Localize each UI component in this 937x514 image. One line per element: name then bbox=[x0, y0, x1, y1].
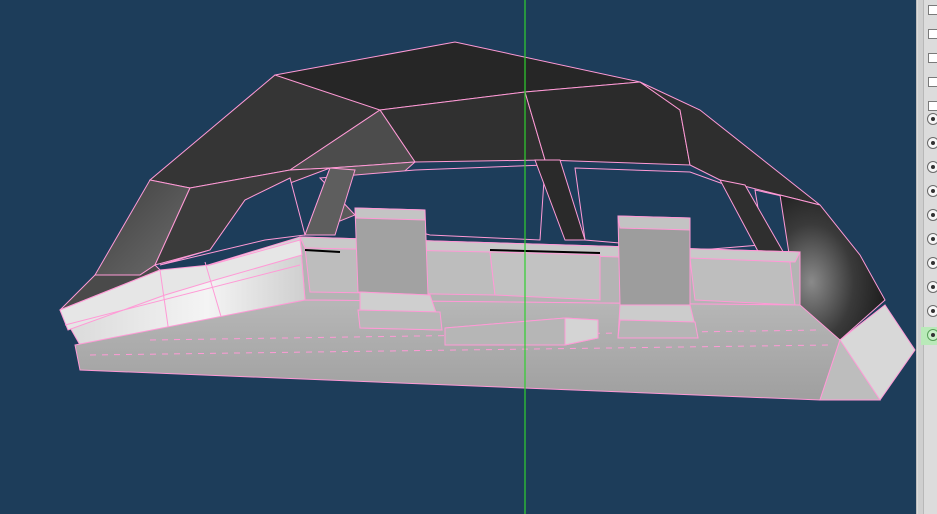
radio-choice-4[interactable] bbox=[927, 185, 937, 197]
checkbox-option-4[interactable] bbox=[927, 76, 937, 88]
checkbox-option-2[interactable] bbox=[927, 28, 937, 40]
radio-button[interactable] bbox=[927, 137, 937, 149]
radio-choice-9[interactable] bbox=[927, 305, 937, 317]
radio-button[interactable] bbox=[927, 329, 937, 341]
checkbox-option-1[interactable] bbox=[927, 4, 937, 16]
checkbox-box[interactable] bbox=[928, 77, 937, 87]
radio-button[interactable] bbox=[927, 209, 937, 221]
properties-panel bbox=[916, 0, 937, 514]
radio-choice-10[interactable] bbox=[927, 329, 937, 341]
radio-choice-3[interactable] bbox=[927, 161, 937, 173]
checkbox-option-3[interactable] bbox=[927, 52, 937, 64]
checkbox-box[interactable] bbox=[928, 101, 937, 111]
radio-choice-1[interactable] bbox=[927, 113, 937, 125]
3d-viewport[interactable] bbox=[0, 0, 916, 514]
radio-button[interactable] bbox=[927, 257, 937, 269]
radio-button[interactable] bbox=[927, 161, 937, 173]
radio-button[interactable] bbox=[927, 113, 937, 125]
radio-choice-6[interactable] bbox=[927, 233, 937, 245]
seat-right bbox=[617, 215, 699, 339]
radio-button[interactable] bbox=[927, 185, 937, 197]
radio-button[interactable] bbox=[927, 281, 937, 293]
viewport-canvas bbox=[59, 0, 916, 514]
checkbox-box[interactable] bbox=[928, 53, 937, 63]
checkbox-option-5[interactable] bbox=[927, 100, 937, 112]
radio-button[interactable] bbox=[927, 233, 937, 245]
radio-button[interactable] bbox=[927, 305, 937, 317]
checkbox-box[interactable] bbox=[928, 5, 937, 15]
radio-choice-5[interactable] bbox=[927, 209, 937, 221]
radio-choice-2[interactable] bbox=[927, 137, 937, 149]
checkbox-box[interactable] bbox=[928, 29, 937, 39]
panel-splitter[interactable] bbox=[918, 0, 924, 514]
radio-choice-7[interactable] bbox=[927, 257, 937, 269]
radio-choice-8[interactable] bbox=[927, 281, 937, 293]
